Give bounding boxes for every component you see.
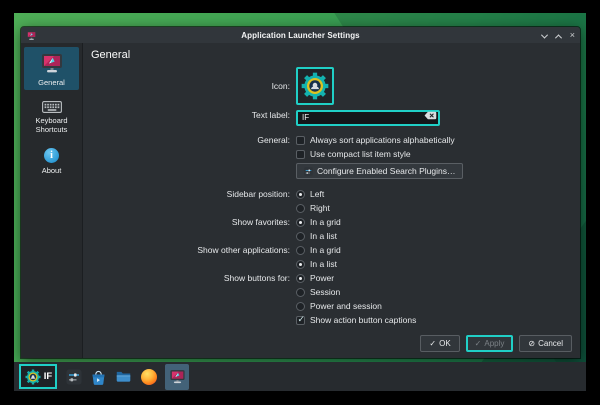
radio-sidebar-left[interactable]: Left <box>296 189 324 199</box>
configure-button-label: Configure Enabled Search Plugins… <box>317 166 455 176</box>
radio-icon <box>296 246 305 255</box>
radio-label: In a grid <box>310 245 341 255</box>
firefox-globe-icon <box>141 369 157 385</box>
close-button[interactable]: × <box>570 31 575 40</box>
firefox-icon[interactable] <box>140 368 157 385</box>
minimize-button[interactable] <box>542 26 547 44</box>
radio-icon <box>296 302 305 311</box>
checkbox-label: Use compact list item style <box>310 149 411 159</box>
radio-icon <box>296 204 305 213</box>
chevron-up-icon <box>555 34 562 41</box>
radio-label: Session <box>310 287 340 297</box>
launcher-gear-icon <box>299 70 331 102</box>
info-icon: i <box>44 148 59 163</box>
show-favorites-label: Show favorites: <box>83 217 296 227</box>
maximize-button[interactable] <box>556 26 561 44</box>
ok-button[interactable]: ✓ OK <box>420 335 459 352</box>
radio-label: In a list <box>310 259 337 269</box>
settings-window: Application Launcher Settings × General <box>21 27 580 358</box>
apply-button-label: Apply <box>484 339 504 348</box>
checkbox-icon <box>296 316 305 325</box>
radio-power-and-session[interactable]: Power and session <box>296 301 382 311</box>
text-label-input[interactable] <box>296 110 440 126</box>
radio-session[interactable]: Session <box>296 287 340 297</box>
sidebar-item-about[interactable]: i About <box>24 144 79 178</box>
radio-icon <box>296 232 305 241</box>
sidebar-item-label: About <box>42 166 62 175</box>
desktop-wallpaper: Application Launcher Settings × General <box>14 13 586 391</box>
check-icon: ✓ <box>475 339 482 348</box>
show-other-apps-label: Show other applications: <box>83 245 296 255</box>
radio-icon <box>296 260 305 269</box>
icon-picker-button[interactable] <box>296 67 334 105</box>
page-title: General <box>83 43 580 61</box>
general-group-label: General: <box>83 135 296 145</box>
window-title: Application Launcher Settings <box>21 31 580 40</box>
configure-search-plugins-button[interactable]: Configure Enabled Search Plugins… <box>296 163 463 179</box>
sliders-icon <box>66 369 82 385</box>
pager-settings-icon[interactable] <box>65 368 82 385</box>
screenshot-frame: Application Launcher Settings × General <box>0 0 600 405</box>
launcher-label: IF <box>44 371 52 382</box>
radio-label: Left <box>310 189 324 199</box>
cancel-icon: ⊘ <box>528 339 535 348</box>
cancel-button[interactable]: ⊘ Cancel <box>519 335 572 352</box>
launcher-gear-icon <box>24 368 42 386</box>
radio-other-grid[interactable]: In a grid <box>296 245 341 255</box>
sidebar-item-general[interactable]: General <box>24 47 79 90</box>
folder-icon <box>115 367 132 386</box>
checkbox-label: Always sort applications alphabetically <box>310 135 455 145</box>
radio-label: In a list <box>310 231 337 241</box>
app-icon <box>169 368 186 385</box>
chevron-down-icon <box>541 32 548 39</box>
settings-content: General Icon: Text label: <box>83 43 580 358</box>
shopping-bag-icon <box>90 368 107 386</box>
general-page-icon <box>40 51 64 75</box>
checkbox-compact-list[interactable]: Use compact list item style <box>296 149 411 159</box>
radio-icon <box>296 218 305 227</box>
checkbox-icon <box>296 136 305 145</box>
radio-other-list[interactable]: In a list <box>296 259 337 269</box>
radio-label: Power <box>310 273 334 283</box>
text-label-label: Text label: <box>83 110 296 120</box>
radio-label: Power and session <box>310 301 382 311</box>
radio-icon <box>296 288 305 297</box>
sidebar-item-keyboard-shortcuts[interactable]: Keyboard Shortcuts <box>24 97 79 137</box>
radio-label: In a grid <box>310 217 341 227</box>
checkbox-always-sort[interactable]: Always sort applications alphabetically <box>296 135 455 145</box>
radio-favorites-list[interactable]: In a list <box>296 231 337 241</box>
file-manager-icon[interactable] <box>115 368 132 385</box>
icon-label: Icon: <box>83 81 296 91</box>
sidebar-item-label: General <box>38 78 65 87</box>
apply-button[interactable]: ✓ Apply <box>466 335 514 352</box>
settings-sidebar: General Keyboard Shortcuts i About <box>21 43 83 358</box>
sidebar-item-label: Keyboard Shortcuts <box>25 116 78 134</box>
ok-button-label: OK <box>439 339 451 348</box>
radio-icon <box>296 274 305 283</box>
radio-label: Right <box>310 203 330 213</box>
clear-text-icon[interactable] <box>424 111 437 120</box>
task-application-launcher-settings[interactable] <box>165 364 189 390</box>
application-launcher-button[interactable]: IF <box>19 364 57 389</box>
radio-sidebar-right[interactable]: Right <box>296 203 330 213</box>
checkbox-icon <box>296 150 305 159</box>
radio-favorites-grid[interactable]: In a grid <box>296 217 341 227</box>
cancel-button-label: Cancel <box>538 339 563 348</box>
dialog-button-box: ✓ OK ✓ Apply ⊘ Cancel <box>420 335 572 352</box>
check-icon: ✓ <box>429 339 436 348</box>
taskbar-panel: IF <box>14 362 586 391</box>
discover-icon[interactable] <box>90 368 107 385</box>
sidebar-position-label: Sidebar position: <box>83 189 296 199</box>
configure-icon <box>304 167 313 176</box>
show-buttons-for-label: Show buttons for: <box>83 273 296 283</box>
checkbox-action-captions[interactable]: Show action button captions <box>296 315 416 325</box>
radio-icon <box>296 190 305 199</box>
radio-power[interactable]: Power <box>296 273 334 283</box>
checkbox-label: Show action button captions <box>310 315 416 325</box>
titlebar[interactable]: Application Launcher Settings × <box>21 27 580 43</box>
keyboard-icon <box>42 101 62 113</box>
